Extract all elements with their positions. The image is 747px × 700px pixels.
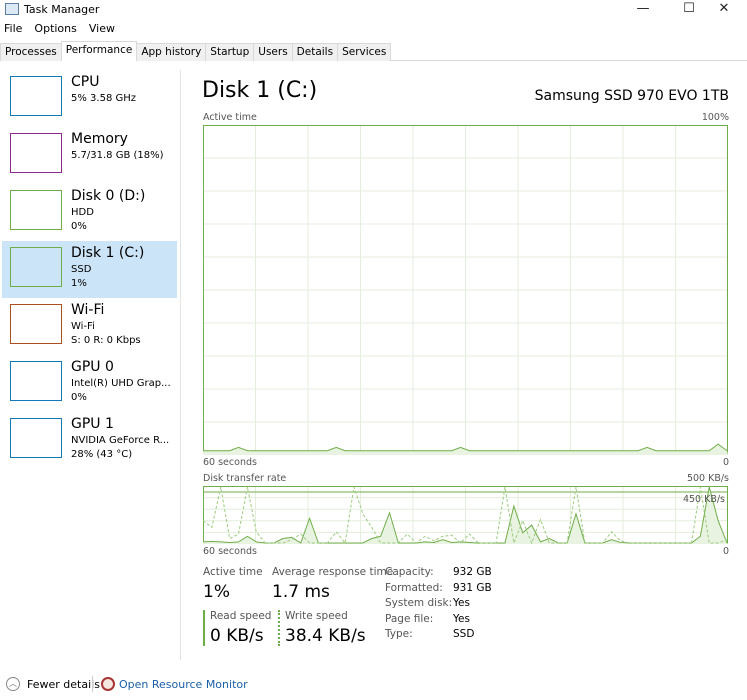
- thumbnail-graph: [10, 304, 62, 344]
- menu-file[interactable]: File: [4, 22, 22, 38]
- sidebar-item-detail: SSD: [71, 264, 92, 275]
- sidebar-item-value: 1%: [71, 278, 87, 289]
- property-value: 932 GB: [453, 566, 492, 578]
- property-value: SSD: [453, 628, 475, 640]
- active-time-chart: [203, 125, 728, 455]
- sidebar-item-memory[interactable]: Memory 5.7/31.8 GB (18%): [2, 127, 177, 184]
- transfer-rate-chart: [203, 486, 728, 544]
- response-time-label: Average response time: [272, 566, 394, 578]
- thumbnail-graph: [10, 76, 62, 116]
- sidebar-item-name: Disk 0 (D:): [71, 188, 146, 204]
- active-time-label: Active time: [203, 566, 263, 578]
- transfer-x-left: 60 seconds: [203, 546, 257, 557]
- active-time-chart-label: Active time: [203, 112, 257, 123]
- tab-bar: Processes Performance App history Startu…: [0, 41, 747, 61]
- tab-details[interactable]: Details: [291, 43, 339, 61]
- sidebar-item-gpu-0[interactable]: GPU 0 Intel(R) UHD Grap... 0%: [2, 355, 177, 412]
- sidebar: CPU 5% 3.58 GHz Memory 5.7/31.8 GB (18%)…: [0, 70, 180, 660]
- transfer-x-right: 0: [722, 546, 729, 557]
- sidebar-item-cpu[interactable]: CPU 5% 3.58 GHz: [2, 70, 177, 127]
- window-title: Task Manager: [24, 3, 100, 16]
- disk-model: Samsung SSD 970 EVO 1TB: [534, 88, 729, 104]
- tab-performance[interactable]: Performance: [60, 41, 138, 61]
- active-time-chart-max: 100%: [701, 112, 729, 123]
- footer-divider: [92, 676, 93, 692]
- sidebar-item-name: Wi-Fi: [71, 302, 105, 318]
- property-key: Page file:: [385, 612, 434, 625]
- response-time-value: 1.7 ms: [272, 582, 330, 602]
- title-bar: Task Manager — ☐ ✕: [0, 0, 747, 20]
- resource-monitor-icon: [101, 677, 115, 691]
- sidebar-item-detail: Wi-Fi: [71, 321, 95, 332]
- open-resource-monitor-link[interactable]: Open Resource Monitor: [119, 678, 248, 691]
- sidebar-item-value: 0%: [71, 392, 87, 403]
- sidebar-item-detail: 5% 3.58 GHz: [71, 93, 137, 104]
- property-value: Yes: [453, 597, 470, 609]
- sidebar-item-value: S: 0 R: 0 Kbps: [71, 335, 141, 346]
- sidebar-item-name: CPU: [71, 74, 100, 90]
- read-speed-label: Read speed: [210, 610, 272, 622]
- read-speed-value: 0 KB/s: [210, 626, 264, 646]
- transfer-chart-scale-line: 450 KB/s: [682, 494, 725, 505]
- fewer-details-button[interactable]: Fewer details: [27, 678, 100, 691]
- sidebar-item-wi-fi[interactable]: Wi-Fi Wi-Fi S: 0 R: 0 Kbps: [2, 298, 177, 355]
- menu-view[interactable]: View: [89, 22, 115, 38]
- sidebar-item-detail: HDD: [71, 207, 94, 218]
- active-time-value: 1%: [203, 582, 230, 602]
- tab-processes[interactable]: Processes: [0, 43, 62, 61]
- task-manager-icon: [5, 3, 19, 15]
- property-key: Formatted:: [385, 581, 443, 594]
- sidebar-item-gpu-1[interactable]: GPU 1 NVIDIA GeForce R... 28% (43 °C): [2, 412, 177, 469]
- transfer-chart-label: Disk transfer rate: [203, 473, 287, 484]
- sidebar-item-value: 0%: [71, 221, 87, 232]
- thumbnail-graph: [10, 190, 62, 230]
- page-title: Disk 1 (C:): [202, 78, 318, 103]
- chevron-up-icon[interactable]: ︿: [6, 677, 20, 691]
- thumbnail-graph: [10, 418, 62, 458]
- minimize-button[interactable]: —: [620, 0, 666, 20]
- thumbnail-graph: [10, 133, 62, 173]
- menu-bar: File Options View: [0, 22, 115, 38]
- transfer-chart-max: 500 KB/s: [686, 473, 729, 484]
- sidebar-item-name: Disk 1 (C:): [71, 245, 145, 261]
- tab-services[interactable]: Services: [337, 43, 392, 61]
- sidebar-item-detail: NVIDIA GeForce R...: [71, 435, 170, 446]
- sidebar-divider: [180, 70, 181, 660]
- write-speed-legend: [278, 610, 280, 646]
- tab-users[interactable]: Users: [253, 43, 293, 61]
- property-key: System disk:: [385, 597, 453, 609]
- thumbnail-graph: [10, 247, 62, 287]
- property-value: Yes: [453, 612, 470, 625]
- sidebar-item-name: GPU 1: [71, 416, 114, 432]
- tab-startup[interactable]: Startup: [205, 43, 255, 61]
- sidebar-item-name: GPU 0: [71, 359, 114, 375]
- sidebar-item-disk-1-c[interactable]: Disk 1 (C:) SSD 1%: [2, 241, 177, 298]
- property-value: 931 GB: [453, 581, 492, 594]
- sidebar-item-detail: 5.7/31.8 GB (18%): [71, 150, 164, 161]
- property-key: Capacity:: [385, 566, 434, 578]
- write-speed-value: 38.4 KB/s: [285, 626, 366, 646]
- menu-options[interactable]: Options: [34, 22, 76, 38]
- active-time-x-right: 0: [722, 457, 729, 468]
- thumbnail-graph: [10, 361, 62, 401]
- write-speed-label: Write speed: [285, 610, 348, 622]
- close-button[interactable]: ✕: [701, 0, 747, 20]
- sidebar-item-detail: Intel(R) UHD Grap...: [71, 378, 171, 389]
- property-key: Type:: [385, 628, 413, 640]
- read-speed-legend: [203, 610, 205, 646]
- tab-app-history[interactable]: App history: [136, 43, 207, 61]
- sidebar-item-disk-0-d[interactable]: Disk 0 (D:) HDD 0%: [2, 184, 177, 241]
- active-time-x-left: 60 seconds: [203, 457, 257, 468]
- sidebar-item-value: 28% (43 °C): [71, 449, 133, 460]
- sidebar-item-name: Memory: [71, 131, 128, 147]
